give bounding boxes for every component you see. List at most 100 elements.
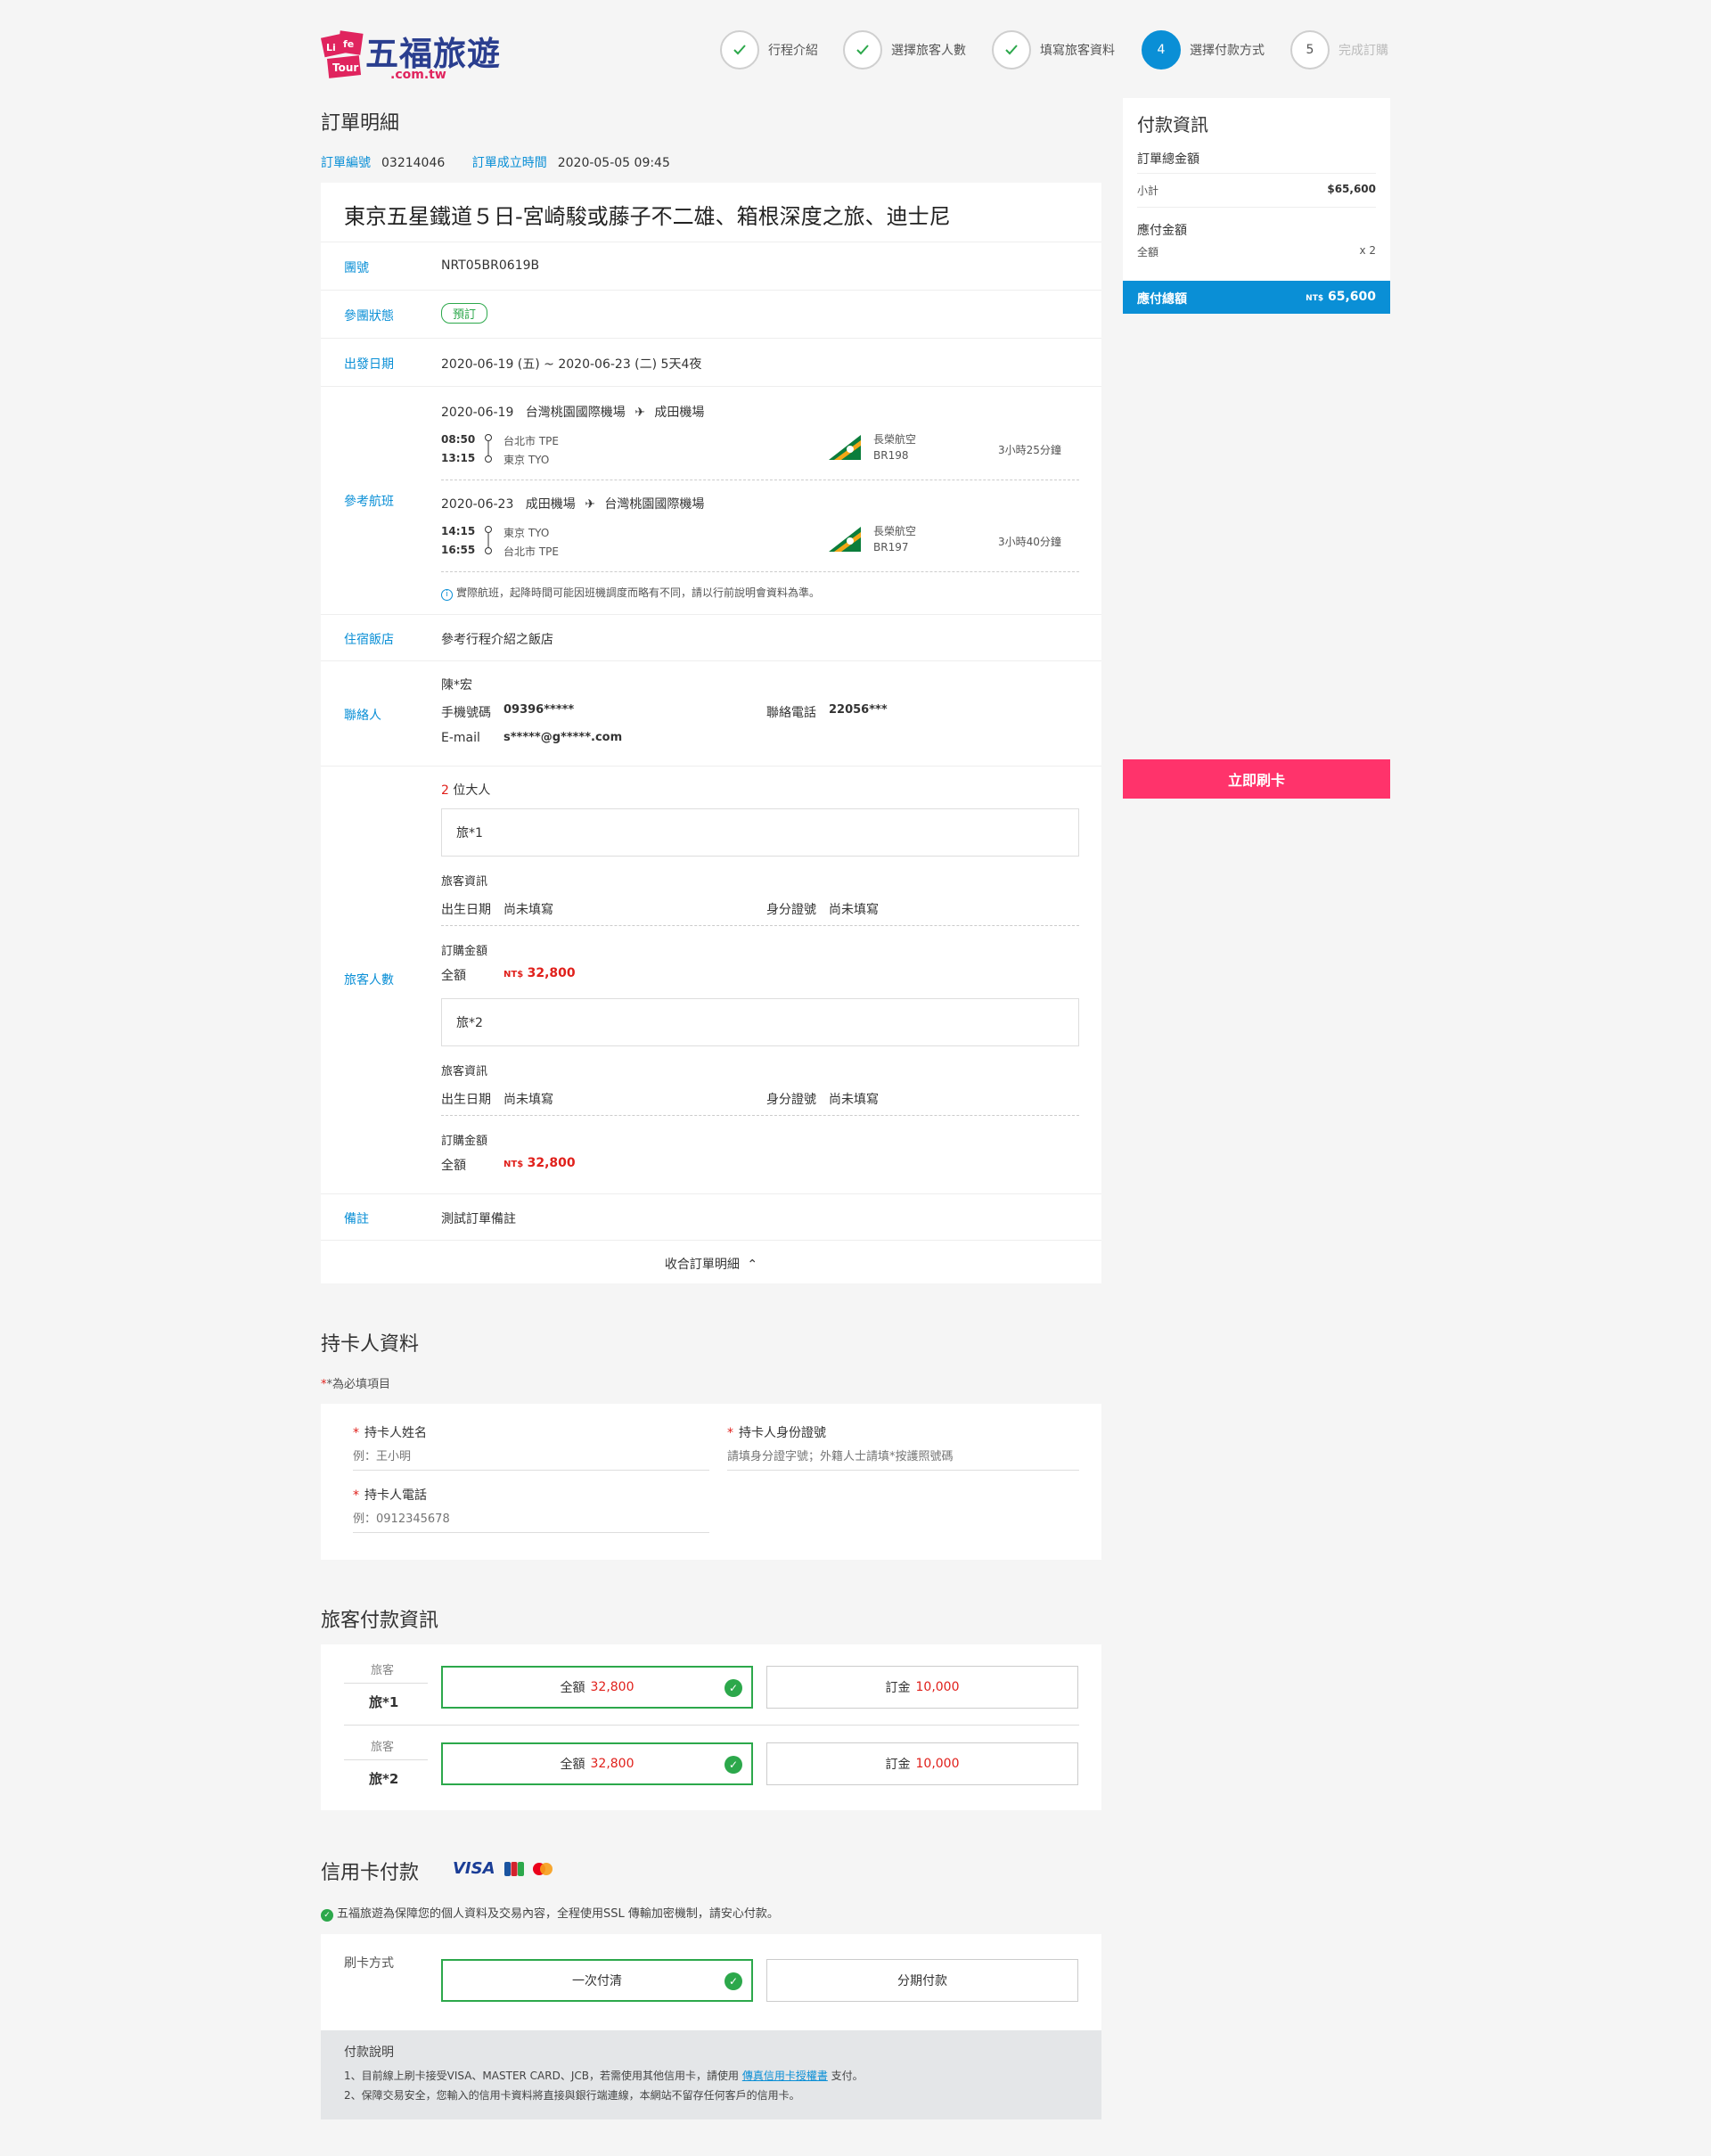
collapse-label: 收合訂單明細	[664, 1258, 740, 1272]
email-value: s*****@g*****.com	[503, 731, 623, 744]
order-meta: 訂單編號 03214046 訂單成立時間 2020-05-05 09:45	[321, 153, 693, 171]
eva-air-logo-icon	[829, 527, 861, 552]
status-row: 參團狀態 預訂	[321, 290, 1101, 338]
arr-time: 16:55	[441, 544, 476, 556]
svg-text:Li: Li	[326, 42, 336, 53]
arr-place: 台北市 TPE	[503, 545, 559, 558]
dep-place: 東京 TYO	[503, 527, 550, 539]
svg-text:fe: fe	[343, 38, 354, 50]
currency: NT$	[1306, 294, 1324, 303]
eva-air-logo-icon	[829, 435, 861, 460]
check-icon	[992, 30, 1031, 70]
traveler-1-box: 旅*1	[441, 808, 1079, 857]
flight-from: 台灣桃園國際機場	[525, 406, 626, 420]
flight-code: BR197	[873, 541, 909, 553]
svg-text:Tour: Tour	[332, 61, 358, 74]
order-id: 03214046	[381, 156, 446, 170]
airline-name: 長榮航空	[873, 525, 917, 537]
grand-total: NT$ 65,600	[1306, 290, 1376, 304]
fax-authorization-link[interactable]: 傳真信用卡授權書	[742, 2070, 828, 2082]
dates-label: 出發日期	[344, 357, 394, 372]
birth-value: 尚未填寫	[503, 1093, 553, 1107]
contact-name: 陳*宏	[441, 678, 472, 693]
flight-date: 2020-06-19	[441, 406, 514, 420]
traveler-2-box: 旅*2	[441, 998, 1079, 1046]
divider	[344, 1725, 1079, 1726]
arr-time: 13:15	[441, 452, 476, 464]
cardholder-form: *持卡人姓名 *持卡人身份證號 *持卡人電話	[321, 1404, 1101, 1560]
amount: 32,800	[527, 1156, 576, 1170]
subtotal-label: 小計	[1137, 184, 1159, 197]
payment-notes: 付款說明 1、目前線上刷卡接受VISA、MASTER CARD、JCB，若需使用…	[321, 2030, 1101, 2119]
traveler-name: 旅*1	[369, 1694, 399, 1710]
flights-label: 參考航班	[344, 495, 394, 509]
traveler-payment-heading: 旅客付款資訊	[321, 1610, 439, 1632]
cardholder-phone-input[interactable]	[353, 1506, 709, 1533]
flight-code: BR198	[873, 449, 909, 462]
idno-label: 身分證號	[766, 903, 816, 917]
order-detail-card: 東京五星鐵道５日-宮崎駿或藤子不二雄、箱根深度之旅、迪士尼 團號 NRT05BR…	[321, 183, 1101, 1283]
travelers-label: 旅客人數	[344, 973, 394, 988]
full-label: 全額	[441, 969, 466, 983]
traveler-name: 旅*2	[369, 1771, 399, 1787]
divider	[344, 1759, 428, 1760]
group-label: 團號	[344, 261, 369, 275]
cardholder-id-input[interactable]	[727, 1444, 1079, 1471]
step-number: 5	[1290, 30, 1330, 70]
traveler-kind: 旅客	[371, 1741, 395, 1754]
traveler-amount: NT$ 32,800	[503, 966, 576, 980]
adult-count-line: 2 位大人	[441, 781, 490, 799]
info-icon: i	[441, 589, 453, 601]
group-number: NRT05BR0619B	[441, 258, 540, 273]
divider	[441, 571, 1079, 572]
full-payment-option[interactable]: 全額 32,800 ✓	[441, 1742, 753, 1785]
step-label: 完成訂購	[1339, 44, 1388, 58]
pay-now-button[interactable]: 立即刷卡	[1123, 759, 1390, 799]
flight-date: 2020-06-23	[441, 497, 514, 512]
status-badge: 預訂	[441, 303, 488, 324]
order-total-label: 訂單總金額	[1137, 152, 1199, 167]
tour-title: 東京五星鐵道５日-宮崎駿或藤子不二雄、箱根深度之旅、迪士尼	[344, 204, 951, 229]
amount-due-label: 應付金額	[1137, 224, 1187, 238]
traveler-info-label: 旅客資訊	[441, 875, 488, 889]
check-circle-icon: ✓	[725, 1679, 742, 1697]
life-tour-badge-icon: Li fe Tour	[321, 30, 364, 78]
order-id-label: 訂單編號	[321, 156, 371, 170]
cardholder-name-input[interactable]	[353, 1444, 709, 1471]
required-note: **為必填項目	[321, 1378, 391, 1391]
check-circle-icon: ✓	[725, 1972, 742, 1990]
divider	[1137, 207, 1376, 208]
installment-option[interactable]: 分期付款	[766, 1959, 1078, 2002]
deposit-option[interactable]: 訂金 10,000	[766, 1666, 1078, 1709]
method-label: 刷卡方式	[344, 1956, 394, 1971]
full-label: 全額	[441, 1159, 466, 1173]
pay-once-option[interactable]: 一次付清 ✓	[441, 1959, 753, 2002]
airline-name: 長榮航空	[873, 433, 917, 446]
phone-label: 聯絡電話	[766, 706, 816, 720]
traveler-info-label: 旅客資訊	[441, 1065, 488, 1078]
dep-time: 14:15	[441, 525, 476, 537]
email-label: E-mail	[441, 731, 480, 745]
remark-value: 測試訂單備註	[441, 1212, 516, 1226]
amount: 32,800	[527, 966, 576, 980]
check-icon	[720, 30, 759, 70]
airplane-icon: ✈	[585, 497, 595, 512]
grand-total-label: 應付總額	[1137, 292, 1187, 307]
collapse-order-button[interactable]: 收合訂單明細 ⌃	[321, 1240, 1101, 1283]
step-label: 填寫旅客資料	[1040, 44, 1115, 58]
remark-row: 備註 測試訂單備註	[321, 1193, 1101, 1240]
flight-to: 台灣桃園國際機場	[604, 497, 705, 512]
check-circle-icon: ✓	[725, 1756, 742, 1774]
idno-label: 身分證號	[766, 1093, 816, 1107]
site-logo[interactable]: Li fe Tour 五福旅遊 .com.tw	[321, 27, 508, 94]
secure-note-text: 五福旅遊為保障您的個人資料及交易內容，全程使用SSL 傳輸加密機制，請安心付款。	[337, 1907, 779, 1921]
phone-value: 22056***	[829, 703, 888, 717]
deposit-option[interactable]: 訂金 10,000	[766, 1742, 1078, 1785]
traveler-kind: 旅客	[371, 1664, 395, 1677]
flight-to: 成田機場	[654, 406, 705, 420]
full-payment-option[interactable]: 全額 32,800 ✓	[441, 1666, 753, 1709]
birth-label: 出生日期	[441, 903, 491, 917]
step-label: 選擇付款方式	[1190, 44, 1265, 58]
dep-time: 08:50	[441, 433, 476, 446]
arr-place: 東京 TYO	[503, 454, 550, 466]
